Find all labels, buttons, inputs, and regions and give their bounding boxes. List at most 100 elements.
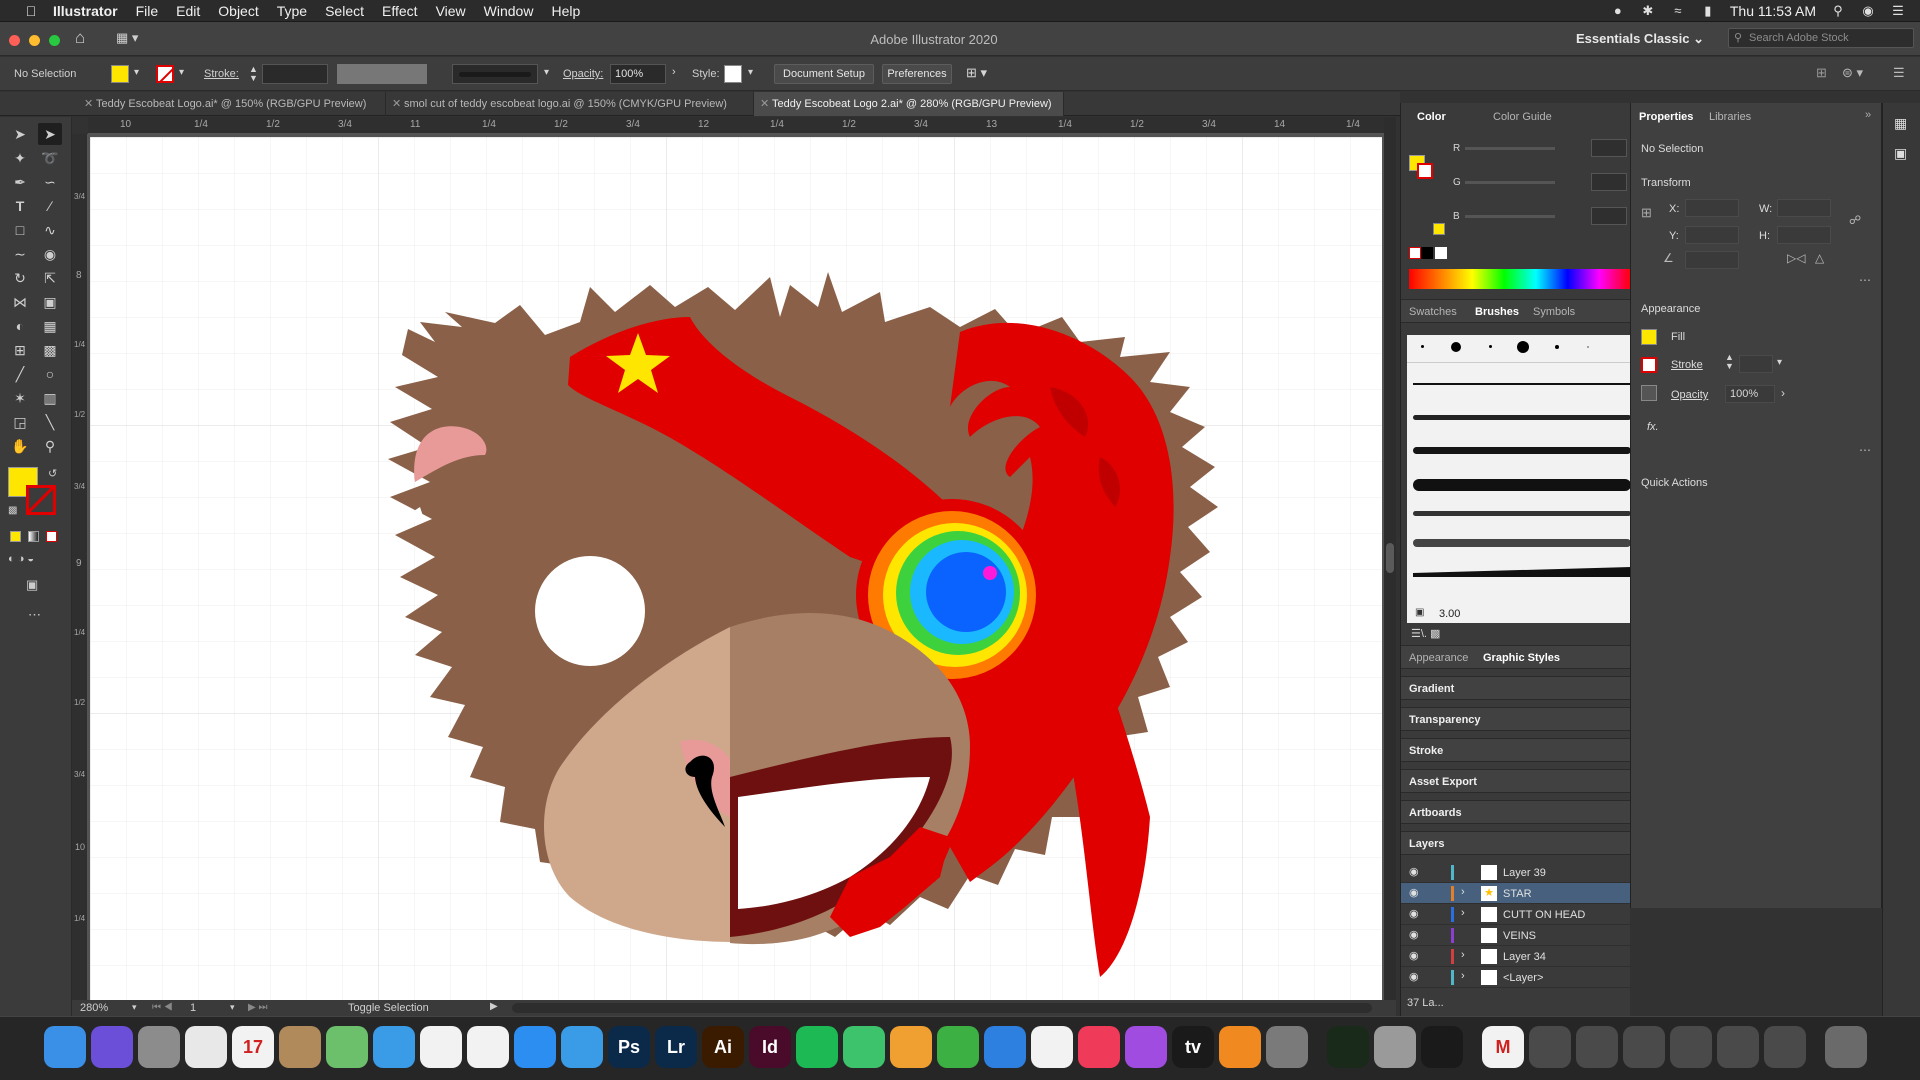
- safari-icon[interactable]: [373, 1026, 415, 1068]
- spotify-icon[interactable]: [796, 1026, 838, 1068]
- libraries-panel-icon[interactable]: ▣: [1894, 145, 1907, 162]
- default-fill-stroke-icon[interactable]: ▩: [8, 505, 17, 516]
- menu-select[interactable]: Select: [316, 3, 373, 19]
- podcasts-icon[interactable]: [1125, 1026, 1167, 1068]
- opacity-field[interactable]: 100%: [610, 64, 666, 84]
- indesign-icon[interactable]: Id: [749, 1026, 791, 1068]
- reminders-icon[interactable]: [467, 1026, 509, 1068]
- y-field[interactable]: [1685, 226, 1739, 244]
- chevron-down-icon[interactable]: ▾: [179, 67, 184, 78]
- width-tool-icon[interactable]: ⋈: [8, 291, 32, 313]
- artboard-number[interactable]: 1: [190, 1002, 196, 1014]
- launchpad-icon[interactable]: [138, 1026, 180, 1068]
- type-tool-icon[interactable]: T: [8, 195, 32, 217]
- expand-chevron-icon[interactable]: ›: [1461, 886, 1465, 898]
- gradient-panel-header[interactable]: Gradient: [1401, 676, 1631, 700]
- stroke-stepper-icon[interactable]: ▲ ▼: [249, 65, 258, 83]
- stroke-stepper-icon[interactable]: ▲ ▼: [1725, 353, 1734, 371]
- numbers-icon[interactable]: [937, 1026, 979, 1068]
- tab-teddy-escobeat-logo-2[interactable]: ✕ Teddy Escobeat Logo 2.ai* @ 280% (RGB/G…: [754, 92, 1064, 116]
- expand-chevron-icon[interactable]: ›: [1461, 949, 1465, 961]
- brush-dot[interactable]: [1451, 342, 1461, 352]
- close-tab-icon[interactable]: ✕: [760, 97, 769, 110]
- layer-row-cutt-on-head[interactable]: ◉ › CUTT ON HEAD: [1401, 904, 1631, 925]
- gradient-mode-button[interactable]: [28, 531, 39, 542]
- canvas[interactable]: [88, 134, 1384, 1000]
- brush-library[interactable]: [1407, 335, 1631, 605]
- window-thumb-icon[interactable]: [1764, 1026, 1806, 1068]
- layer-name[interactable]: CUTT ON HEAD: [1503, 909, 1585, 921]
- perspective-grid-tool-icon[interactable]: ▦: [38, 315, 62, 337]
- brush-stroke[interactable]: [1413, 447, 1631, 454]
- scale-tool-icon[interactable]: ⇱: [38, 267, 62, 289]
- line-tool-icon[interactable]: ∕: [38, 195, 62, 217]
- rotate-angle-icon[interactable]: ∠: [1663, 251, 1674, 265]
- rectangle-tool-icon[interactable]: □: [8, 219, 32, 241]
- appearance-fill-swatch[interactable]: [1641, 329, 1657, 345]
- chevron-right-icon[interactable]: ▶: [490, 1001, 498, 1012]
- channel-r-slider[interactable]: [1465, 147, 1555, 150]
- rotate-field[interactable]: [1685, 251, 1739, 269]
- white-swatch[interactable]: [1435, 247, 1447, 259]
- align-icon[interactable]: ⊜ ▾: [1842, 65, 1863, 81]
- opacity-field[interactable]: 100%: [1725, 385, 1775, 403]
- brush-stroke[interactable]: [1413, 539, 1631, 547]
- brush-stroke[interactable]: [1413, 383, 1631, 385]
- out-of-gamut-swatch[interactable]: [1433, 223, 1445, 235]
- opacity-label[interactable]: Opacity: [1671, 389, 1708, 401]
- menu-type[interactable]: Type: [268, 3, 316, 19]
- visibility-eye-icon[interactable]: ◉: [1409, 928, 1419, 941]
- vertical-ruler[interactable]: 3/4 8 1/4 1/2 3/4 9 1/4 1/2 3/4 10 1/4: [72, 134, 88, 1000]
- chevron-down-icon[interactable]: ▾: [748, 67, 753, 78]
- eyedropper-tool-icon[interactable]: ╱: [8, 363, 32, 385]
- illustrator-icon[interactable]: Ai: [702, 1026, 744, 1068]
- system-preferences-icon[interactable]: [1266, 1026, 1308, 1068]
- slice-tool-icon[interactable]: ╲: [38, 411, 62, 433]
- channel-b-field[interactable]: [1591, 207, 1627, 225]
- tab-symbols[interactable]: Symbols: [1533, 306, 1575, 318]
- hamburger-menu-icon[interactable]: ☰: [1893, 65, 1905, 81]
- graphic-style-swatch[interactable]: [724, 65, 742, 83]
- artboard-nav-icon[interactable]: ⏮ ◀: [152, 1002, 173, 1013]
- stroke-swatch-large[interactable]: [26, 485, 56, 515]
- brush-stroke[interactable]: [1413, 511, 1631, 516]
- tv-icon[interactable]: tv: [1172, 1026, 1214, 1068]
- photoshop-icon[interactable]: Ps: [608, 1026, 650, 1068]
- battery-icon[interactable]: ▮: [1700, 4, 1716, 18]
- tab-properties[interactable]: Properties: [1639, 111, 1693, 123]
- flip-horizontal-icon[interactable]: ▷◁: [1787, 251, 1805, 265]
- chevron-right-icon[interactable]: ›: [672, 66, 676, 78]
- horizontal-scrollbar[interactable]: [512, 1003, 1372, 1013]
- pen-tool-icon[interactable]: ✒: [8, 171, 32, 193]
- selection-tool-icon[interactable]: ➤: [8, 123, 32, 145]
- reference-point-icon[interactable]: ⊞: [1641, 205, 1652, 221]
- menu-file[interactable]: File: [127, 3, 168, 19]
- layer-name[interactable]: Layer 34: [1503, 951, 1546, 963]
- chevron-down-icon[interactable]: ▾: [544, 67, 549, 78]
- layer-name[interactable]: Layer 39: [1503, 867, 1546, 879]
- none-swatch[interactable]: [1409, 247, 1421, 259]
- fill-color-swatch[interactable]: [111, 65, 129, 83]
- window-thumb-icon[interactable]: [1529, 1026, 1571, 1068]
- paintbrush-tool-icon[interactable]: ∿: [38, 219, 62, 241]
- menu-edit[interactable]: Edit: [167, 3, 209, 19]
- vertical-scrollbar[interactable]: [1384, 117, 1396, 1000]
- variable-width-profile[interactable]: [337, 64, 427, 84]
- stroke-weight-field[interactable]: [1739, 355, 1773, 373]
- apple-icon[interactable]: : [18, 3, 44, 19]
- gmail-icon[interactable]: M: [1482, 1026, 1524, 1068]
- contacts-icon[interactable]: [279, 1026, 321, 1068]
- horizontal-ruler[interactable]: 10 1/4 1/2 3/4 11 1/4 1/2 3/4 12 1/4 1/2…: [88, 117, 1384, 134]
- w-field[interactable]: [1777, 199, 1831, 217]
- photos-icon[interactable]: [420, 1026, 462, 1068]
- column-graph-tool-icon[interactable]: ▥: [38, 387, 62, 409]
- menu-object[interactable]: Object: [209, 3, 267, 19]
- direct-selection-tool-icon[interactable]: ➤: [38, 123, 62, 145]
- channel-g-field[interactable]: [1591, 173, 1627, 191]
- arrange-icon[interactable]: ⊞ ▾: [966, 65, 987, 81]
- preferences-button[interactable]: Preferences: [882, 64, 952, 84]
- flip-vertical-icon[interactable]: △: [1815, 251, 1824, 265]
- bluetooth-icon[interactable]: ✱: [1640, 4, 1656, 18]
- finder-icon[interactable]: [44, 1026, 86, 1068]
- layer-row-star[interactable]: ◉ › ★ STAR: [1401, 883, 1631, 904]
